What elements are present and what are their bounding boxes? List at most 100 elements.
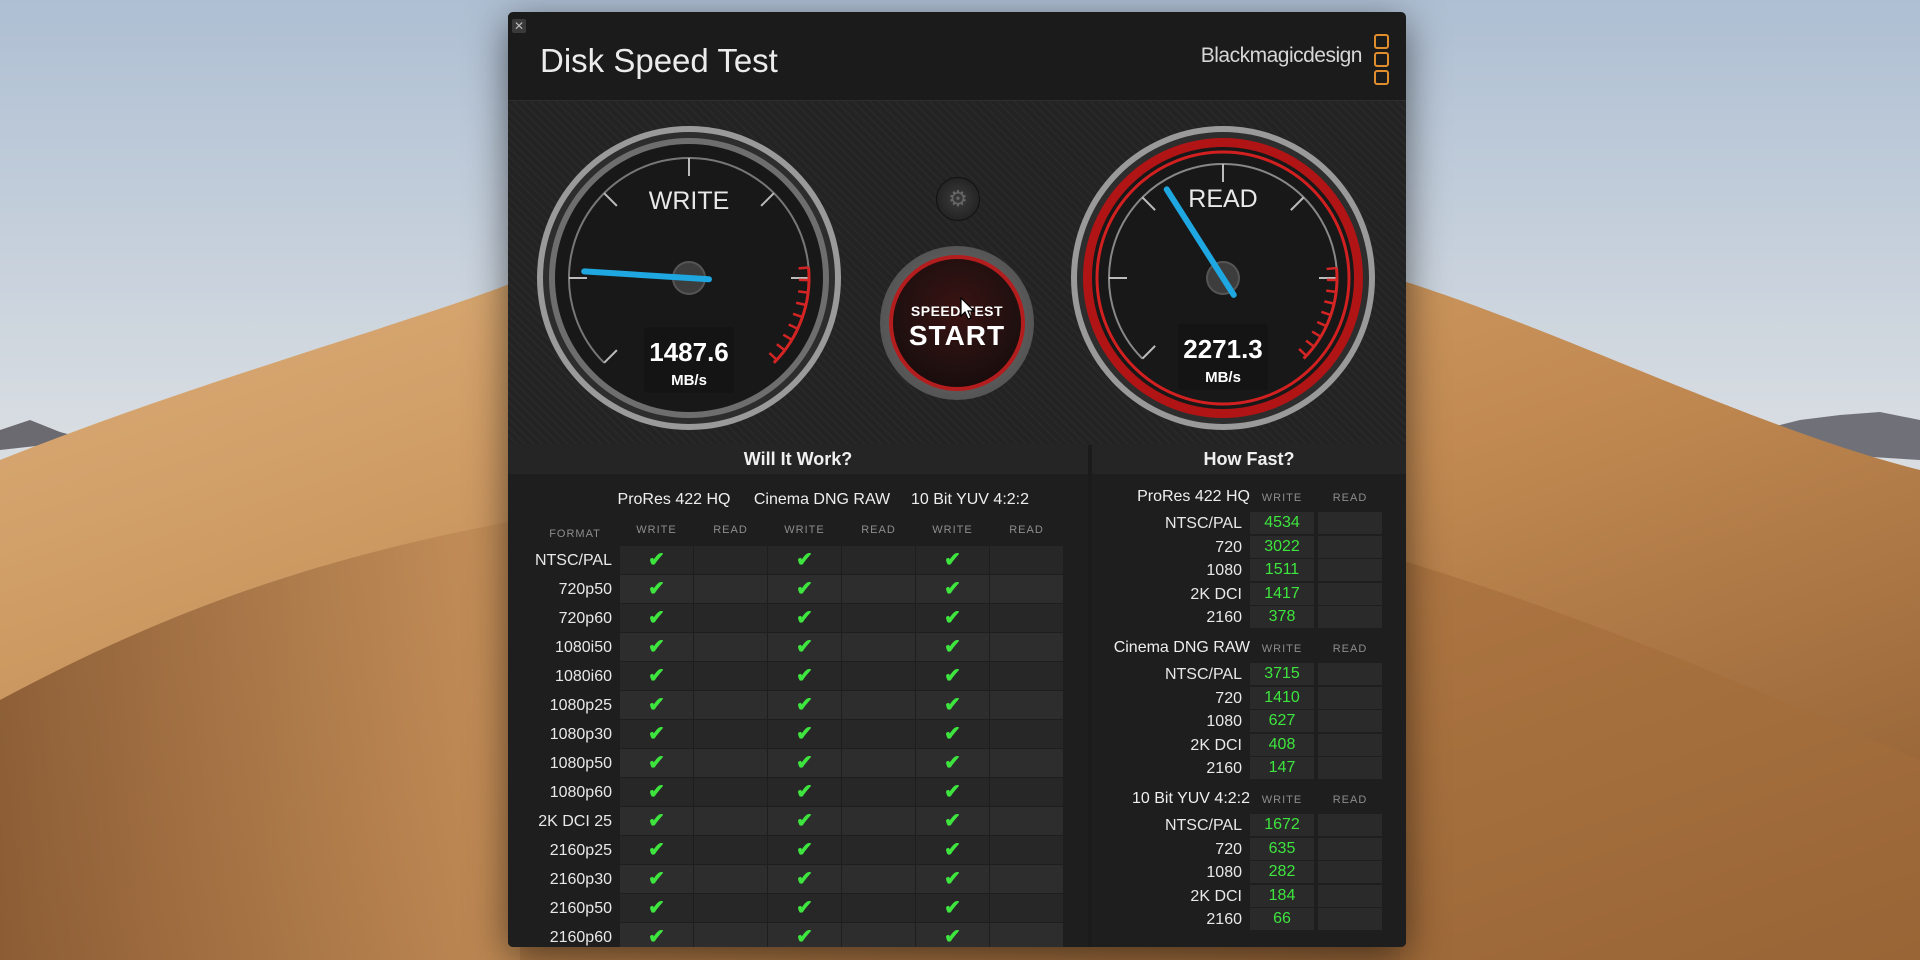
format-label: NTSC/PAL xyxy=(1164,515,1242,532)
check-mark-icon: ✔ xyxy=(768,894,841,922)
table-row: NTSC/PAL 3715 xyxy=(1092,663,1406,686)
read-cell xyxy=(694,720,767,748)
write-speed-unit: MB/s xyxy=(671,372,707,389)
read-cell xyxy=(842,720,915,748)
format-label: 1080p25 xyxy=(549,697,612,714)
format-label: 2160 xyxy=(1206,609,1242,626)
table-row: 2K DCI 25 ✔ ✔ ✔ xyxy=(508,807,1088,836)
read-cell xyxy=(694,865,767,893)
read-cell xyxy=(694,662,767,690)
format-label: 1080 xyxy=(1206,562,1242,579)
format-label: 1080 xyxy=(1206,713,1242,730)
format-label: 1080i60 xyxy=(555,668,612,685)
read-cell xyxy=(842,865,915,893)
check-mark-icon: ✔ xyxy=(916,662,989,690)
read-cell xyxy=(694,778,767,806)
table-row: 720 635 xyxy=(1092,837,1406,861)
read-cell xyxy=(842,604,915,632)
read-cell xyxy=(842,575,915,603)
read-cell xyxy=(990,865,1063,893)
format-label: 2K DCI 25 xyxy=(538,813,612,830)
table-row: 1080 1511 xyxy=(1092,559,1406,582)
check-mark-icon: ✔ xyxy=(916,633,989,661)
table-row: 720 3022 xyxy=(1092,535,1406,559)
check-mark-icon: ✔ xyxy=(916,923,989,947)
check-mark-icon: ✔ xyxy=(916,836,989,864)
read-cell xyxy=(842,633,915,661)
format-label: 2160p60 xyxy=(549,929,612,946)
format-label: 1080p60 xyxy=(549,784,612,801)
read-cell xyxy=(842,923,915,947)
table-row: 1080p60 ✔ ✔ ✔ xyxy=(508,778,1088,807)
will-group-prores: ProRes 422 HQ xyxy=(617,491,731,508)
check-mark-icon: ✔ xyxy=(620,633,693,661)
read-cell xyxy=(694,575,767,603)
write-header: WRITE xyxy=(932,524,973,536)
table-row: 2160 66 xyxy=(1092,908,1406,931)
start-button[interactable]: SPEED TEST START xyxy=(880,246,1034,400)
read-cell xyxy=(842,894,915,922)
check-mark-icon: ✔ xyxy=(916,778,989,806)
read-cell xyxy=(694,546,767,574)
read-cell xyxy=(1318,559,1382,581)
write-fps-value: 1672 xyxy=(1250,814,1314,836)
format-label: 1080p30 xyxy=(549,726,612,743)
read-cell xyxy=(1318,757,1382,779)
read-cell xyxy=(842,546,915,574)
write-fps-value: 408 xyxy=(1250,733,1314,756)
format-label: 720 xyxy=(1215,840,1242,858)
check-mark-icon: ✔ xyxy=(768,865,841,893)
check-mark-icon: ✔ xyxy=(620,604,693,632)
check-mark-icon: ✔ xyxy=(768,662,841,690)
table-row: 720p50 ✔ ✔ ✔ xyxy=(508,575,1088,604)
format-label: 2160 xyxy=(1206,911,1242,928)
read-cell xyxy=(694,604,767,632)
read-cell xyxy=(1318,512,1382,534)
check-mark-icon: ✔ xyxy=(768,720,841,748)
check-mark-icon: ✔ xyxy=(620,836,693,864)
close-button[interactable]: ✕ xyxy=(512,19,526,33)
read-cell xyxy=(990,633,1063,661)
write-speed-value: 1487.6 xyxy=(649,337,729,367)
write-gauge-label: WRITE xyxy=(648,187,730,215)
check-mark-icon: ✔ xyxy=(916,604,989,632)
format-label: 720p60 xyxy=(558,610,612,627)
check-mark-icon: ✔ xyxy=(620,807,693,835)
check-mark-icon: ✔ xyxy=(620,778,693,806)
table-row: 2160p50 ✔ ✔ ✔ xyxy=(508,894,1088,923)
check-mark-icon: ✔ xyxy=(768,836,841,864)
table-row: 1080 282 xyxy=(1092,861,1406,884)
table-row: 2160 378 xyxy=(1092,606,1406,629)
write-fps-value: 3715 xyxy=(1250,663,1314,685)
will-group-cinema-dng: Cinema DNG RAW xyxy=(753,491,891,508)
read-cell xyxy=(1318,663,1382,685)
check-mark-icon: ✔ xyxy=(620,662,693,690)
check-mark-icon: ✔ xyxy=(768,575,841,603)
write-header: WRITE xyxy=(1261,794,1303,806)
read-cell xyxy=(694,836,767,864)
write-header: WRITE xyxy=(1261,643,1303,655)
read-header: READ xyxy=(1332,794,1368,806)
settings-button[interactable]: ⚙ xyxy=(936,177,980,221)
check-mark-icon: ✔ xyxy=(768,546,841,574)
start-button-caption: SPEED TEST xyxy=(910,303,1004,319)
table-row: 2K DCI 184 xyxy=(1092,884,1406,908)
check-mark-icon: ✔ xyxy=(916,546,989,574)
format-label: 1080p50 xyxy=(549,755,612,772)
check-mark-icon: ✔ xyxy=(620,720,693,748)
read-cell xyxy=(694,749,767,777)
check-mark-icon: ✔ xyxy=(768,778,841,806)
how-group-title: ProRes 422 HQ xyxy=(1137,488,1250,505)
read-header: READ xyxy=(1332,492,1368,504)
format-label: NTSC/PAL xyxy=(1164,666,1242,683)
check-mark-icon: ✔ xyxy=(620,894,693,922)
format-label: 2160p50 xyxy=(549,900,612,917)
read-cell xyxy=(694,894,767,922)
gear-icon: ⚙ xyxy=(948,186,968,211)
check-mark-icon: ✔ xyxy=(620,575,693,603)
read-cell xyxy=(1318,908,1382,930)
format-label: 2160p25 xyxy=(549,842,612,859)
read-cell xyxy=(990,604,1063,632)
check-mark-icon: ✔ xyxy=(768,807,841,835)
mouse-cursor-icon xyxy=(960,297,976,320)
